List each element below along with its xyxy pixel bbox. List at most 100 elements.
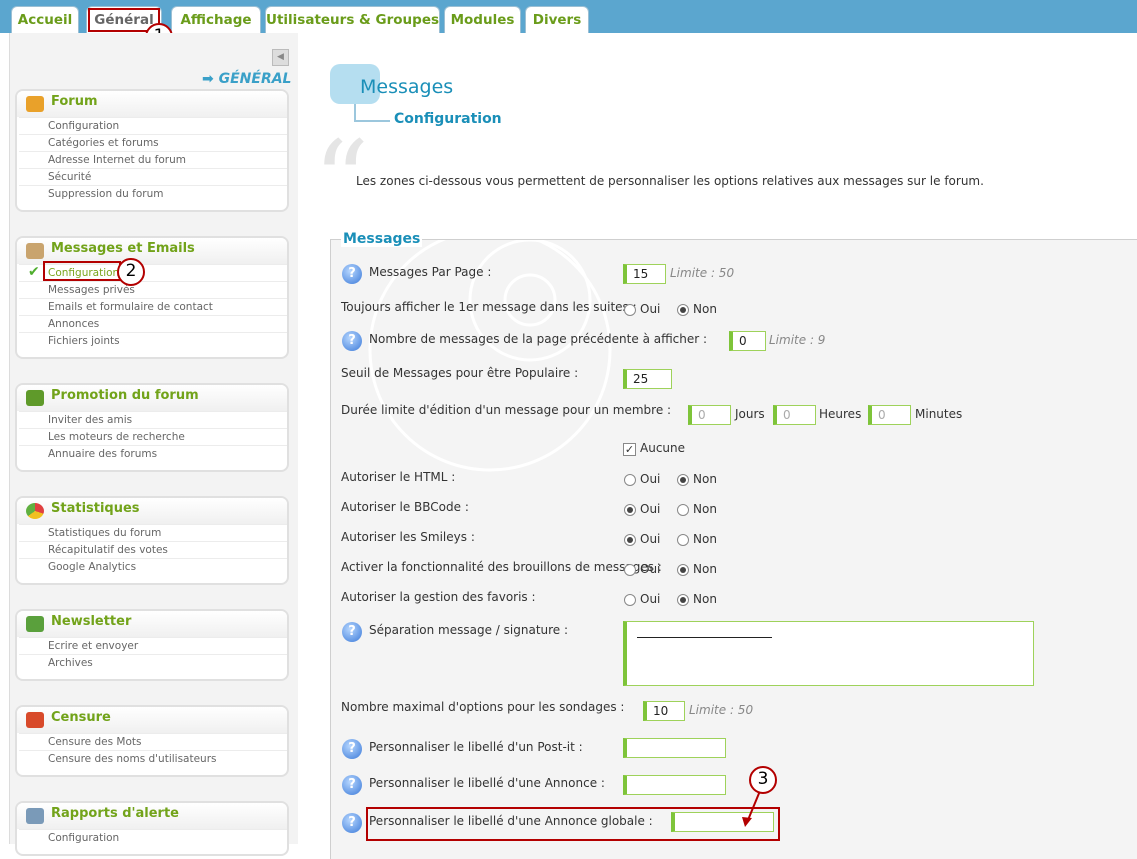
sidebar-box-title[interactable]: Censure: [51, 710, 111, 725]
censure-icon: [26, 712, 44, 728]
sidebar-item[interactable]: Récapitulatif des votes: [19, 541, 287, 558]
drafts-yes-radio[interactable]: [624, 564, 636, 576]
sidebar-item[interactable]: Inviter des amis: [19, 411, 287, 428]
sidebar-item[interactable]: Annuaire des forums: [19, 445, 287, 462]
collapse-sidebar-button[interactable]: ◀: [272, 49, 289, 66]
sidebar-item[interactable]: Catégories et forums: [19, 134, 287, 151]
always-first-yes-radio[interactable]: [624, 304, 636, 316]
hours-label: Heures: [819, 407, 862, 421]
none-label: Aucune: [640, 441, 686, 455]
tab-modules[interactable]: Modules: [444, 6, 521, 33]
poll-options-input[interactable]: 10: [643, 701, 685, 721]
sidebar-box-title[interactable]: Promotion du forum: [51, 388, 199, 403]
announce-label-input[interactable]: [623, 775, 726, 795]
wrench-key-icon: [26, 96, 44, 112]
highlight-box-configuration: [43, 261, 121, 281]
edit-days-input[interactable]: 0: [688, 405, 731, 425]
sidebar-item[interactable]: Censure des noms d'utilisateurs: [19, 750, 287, 767]
drafts-no-radio[interactable]: [677, 564, 689, 576]
per-page-input[interactable]: 15: [623, 264, 666, 284]
sidebar-item[interactable]: Fichiers joints: [19, 332, 287, 349]
sidebar-item[interactable]: Suppression du forum: [19, 185, 287, 202]
help-icon[interactable]: ?: [342, 813, 362, 833]
sidebar-box-header: Promotion du forum: [17, 385, 287, 411]
radio-label: Non: [693, 302, 717, 316]
page-title: Messages: [360, 76, 454, 98]
help-icon[interactable]: ?: [342, 739, 362, 759]
favorites-yes-radio[interactable]: [624, 594, 636, 606]
label-drafts: Activer la fonctionnalité des brouillons…: [341, 560, 662, 574]
radio-label: Oui: [640, 302, 661, 316]
section-general-link[interactable]: ➡ GÉNÉRAL: [202, 71, 291, 87]
sidebar-box-censure: Censure Censure des Mots Censure des nom…: [15, 705, 289, 777]
sidebar-box-title[interactable]: Newsletter: [51, 614, 131, 629]
sidebar-item[interactable]: Annonces: [19, 315, 287, 332]
sidebar-item[interactable]: Adresse Internet du forum: [19, 151, 287, 168]
sidebar-item[interactable]: Google Analytics: [19, 558, 287, 575]
sidebar-item[interactable]: Emails et formulaire de contact: [19, 298, 287, 315]
sidebar-item[interactable]: Les moteurs de recherche: [19, 428, 287, 445]
help-icon[interactable]: ?: [342, 264, 362, 284]
favorites-no-radio[interactable]: [677, 594, 689, 606]
newsletter-icon: [26, 616, 44, 632]
label-poll-options: Nombre maximal d'options pour les sondag…: [341, 700, 625, 714]
tab-utilisateurs-groupes[interactable]: Utilisateurs & Groupes: [265, 6, 440, 33]
annotation-2: 2: [117, 258, 145, 286]
separator-textarea[interactable]: [623, 621, 1034, 686]
page-subtitle: Configuration: [394, 111, 502, 127]
sidebar-box-title[interactable]: Statistiques: [51, 501, 140, 516]
label-per-page: Messages Par Page :: [369, 265, 492, 279]
edit-hours-input[interactable]: 0: [773, 405, 816, 425]
smileys-yes-radio[interactable]: [624, 534, 636, 546]
sidebar-item[interactable]: Messages privés: [19, 281, 287, 298]
label-separator: Séparation message / signature :: [369, 623, 569, 637]
sidebar-item[interactable]: Sécurité: [19, 168, 287, 185]
radio-label: Oui: [640, 472, 661, 486]
signature-separator-line: [637, 637, 772, 638]
sidebar-item[interactable]: Archives: [19, 654, 287, 671]
help-icon[interactable]: ?: [342, 622, 362, 642]
label-smileys: Autoriser les Smileys :: [341, 530, 475, 544]
help-icon[interactable]: ?: [342, 775, 362, 795]
edit-minutes-input[interactable]: 0: [868, 405, 911, 425]
fieldset-legend: Messages: [341, 231, 423, 247]
tab-affichage[interactable]: Affichage: [171, 6, 261, 33]
sidebar-box-title[interactable]: Messages et Emails: [51, 241, 195, 256]
report-icon: [26, 808, 44, 824]
sidebar-box-header: Forum: [17, 91, 287, 117]
sidebar-item[interactable]: Configuration: [19, 117, 287, 134]
sidebar-item[interactable]: Statistiques du forum: [19, 524, 287, 541]
prev-msgs-input[interactable]: 0: [729, 331, 766, 351]
tab-accueil[interactable]: Accueil: [11, 6, 79, 33]
html-no-radio[interactable]: [677, 474, 689, 486]
days-label: Jours: [735, 407, 765, 421]
radio-label: Oui: [640, 592, 661, 606]
tab-divers[interactable]: Divers: [525, 6, 589, 33]
help-icon[interactable]: ?: [342, 331, 362, 351]
sidebar-item[interactable]: Configuration: [19, 829, 287, 846]
none-checkbox[interactable]: ✓: [623, 443, 636, 456]
bbcode-yes-radio[interactable]: [624, 504, 636, 516]
sidebar-item[interactable]: Ecrire et envoyer: [19, 637, 287, 654]
sidebar-box-title[interactable]: Rapports d'alerte: [51, 806, 179, 821]
page-description: Les zones ci-dessous vous permettent de …: [356, 174, 984, 188]
sidebar-item[interactable]: Censure des Mots: [19, 733, 287, 750]
always-first-no-radio[interactable]: [677, 304, 689, 316]
bbcode-no-radio[interactable]: [677, 504, 689, 516]
sidebar-box-header: Censure: [17, 707, 287, 733]
spiral-watermark: [368, 240, 612, 472]
radio-label: Non: [693, 562, 717, 576]
smileys-no-radio[interactable]: [677, 534, 689, 546]
limit-text: Limite : 50: [689, 703, 754, 717]
postit-label-input[interactable]: [623, 738, 726, 758]
html-yes-radio[interactable]: [624, 474, 636, 486]
sidebar-box-title[interactable]: Forum: [51, 94, 98, 109]
sidebar-box-header: Rapports d'alerte: [17, 803, 287, 829]
label-postit: Personnaliser le libellé d'un Post-it :: [369, 740, 583, 754]
limit-text: Limite : 50: [670, 266, 735, 280]
popular-input[interactable]: 25: [623, 369, 672, 389]
sidebar-box-statistiques: Statistiques Statistiques du forum Récap…: [15, 496, 289, 585]
messages-icon: [26, 243, 44, 259]
sidebar-box-promotion: Promotion du forum Inviter des amis Les …: [15, 383, 289, 472]
sidebar-box-rapports: Rapports d'alerte Configuration: [15, 801, 289, 856]
